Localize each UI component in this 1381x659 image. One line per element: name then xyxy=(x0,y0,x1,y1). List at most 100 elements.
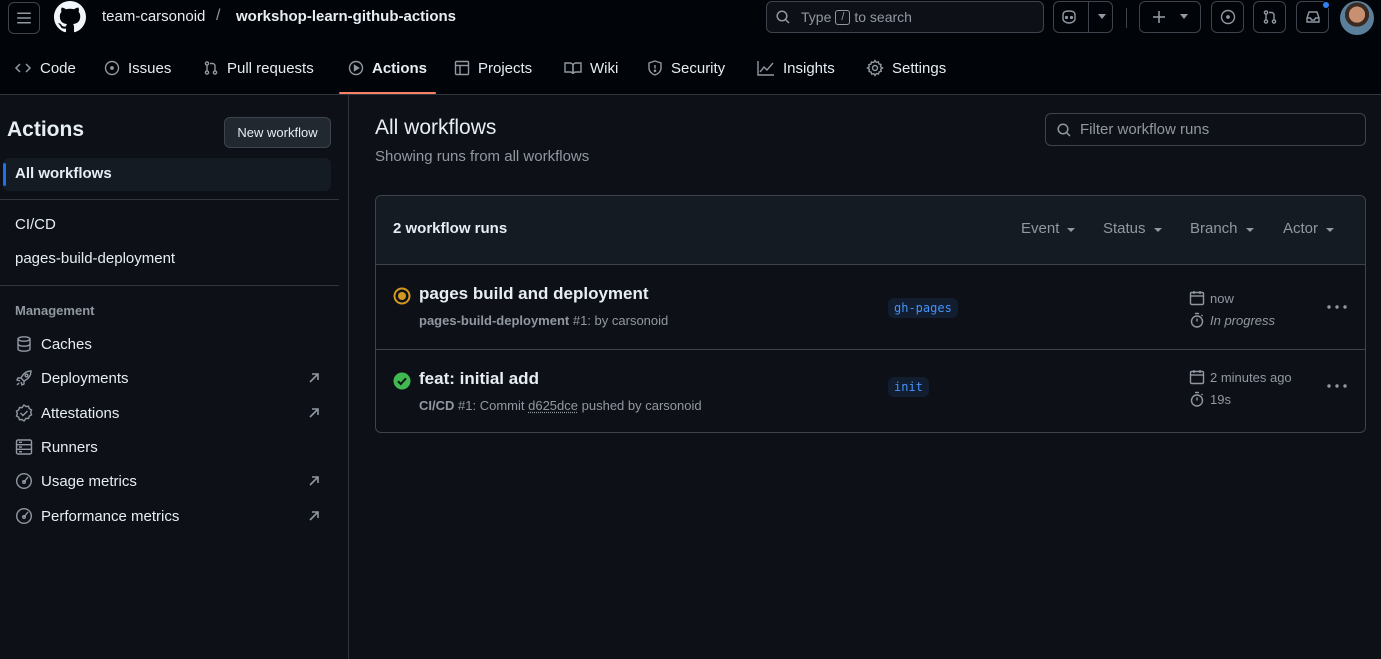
branch-filter-dropdown[interactable]: Branch xyxy=(1190,220,1254,237)
header-separator xyxy=(1126,8,1127,28)
divider xyxy=(0,199,339,200)
tab-wiki[interactable]: Wiki xyxy=(564,52,618,84)
tab-label: Insights xyxy=(783,59,835,77)
menu-button[interactable] xyxy=(8,2,40,34)
avatar[interactable] xyxy=(1340,1,1374,35)
meter-icon xyxy=(15,472,33,490)
verified-icon xyxy=(15,404,33,422)
run-meta: pages-build-deployment #1: by carsonoid xyxy=(419,313,668,328)
copilot-button[interactable] xyxy=(1053,1,1113,33)
status-filter-dropdown[interactable]: Status xyxy=(1103,220,1162,237)
commit-sha-link[interactable]: d625dce xyxy=(528,398,578,413)
copilot-icon xyxy=(1061,10,1076,24)
workflow-run-row[interactable]: feat: initial add CI/CD #1: Commit d625d… xyxy=(376,349,1365,432)
sidebar-item-runners[interactable]: Runners xyxy=(14,436,324,458)
sidebar-item-label: Performance metrics xyxy=(41,507,180,525)
tab-label: Actions xyxy=(372,59,428,77)
page-subtitle: Showing runs from all workflows xyxy=(375,148,590,165)
sidebar-item-performance-metrics[interactable]: Performance metrics xyxy=(14,505,324,527)
calendar-icon xyxy=(1189,370,1205,385)
issue-opened-icon xyxy=(1220,9,1235,25)
graph-icon xyxy=(757,61,774,76)
github-logo-icon[interactable] xyxy=(54,1,86,33)
status-success-icon xyxy=(393,372,411,390)
tab-label: Wiki xyxy=(590,59,619,77)
run-workflow-name: pages-build-deployment xyxy=(419,313,570,328)
code-icon xyxy=(14,63,32,73)
sidebar-item-label: Usage metrics xyxy=(41,472,137,490)
workflow-run-row[interactable]: pages build and deployment pages-build-d… xyxy=(376,265,1365,349)
filter-label: Status xyxy=(1103,220,1146,237)
sidebar-item-attestations[interactable]: Attestations xyxy=(14,402,324,424)
runs-list-header: 2 workflow runs Event Status Branch Acto… xyxy=(376,196,1365,265)
sidebar-title: Actions xyxy=(7,118,85,141)
filter-runs-input[interactable]: Filter workflow runs xyxy=(1045,113,1366,146)
sidebar-item-ci-cd[interactable]: CI/CD xyxy=(15,216,56,233)
pull-requests-button[interactable] xyxy=(1253,1,1286,33)
triangle-down-icon xyxy=(1153,228,1162,232)
run-meta-text: #1: Commit xyxy=(458,398,525,413)
triangle-down-icon xyxy=(1326,228,1335,232)
run-duration-text: 19s xyxy=(1210,391,1231,407)
branch-label[interactable]: gh-pages xyxy=(888,298,958,318)
active-tab-indicator xyxy=(339,92,436,94)
run-duration: 19s xyxy=(1189,391,1231,407)
tab-label: Pull requests xyxy=(227,59,314,77)
arrow-up-right-icon xyxy=(309,511,319,521)
issue-opened-icon xyxy=(104,60,120,76)
search-shortcut-key: / xyxy=(835,9,851,25)
kebab-horizontal-icon[interactable] xyxy=(1326,299,1348,315)
sidebar-item-usage-metrics[interactable]: Usage metrics xyxy=(14,470,324,492)
tab-label: Security xyxy=(671,59,726,77)
event-filter-dropdown[interactable]: Event xyxy=(1021,220,1076,237)
chevron-down-icon xyxy=(1180,14,1188,19)
run-duration: In progress xyxy=(1189,312,1275,328)
run-meta-text: #1: by carsonoid xyxy=(572,313,669,328)
global-header: team-carsonoid / workshop-learn-github-a… xyxy=(0,0,1381,95)
hamburger-icon xyxy=(17,12,31,24)
tab-pull-requests[interactable]: Pull requests xyxy=(203,52,314,84)
search-icon xyxy=(776,10,790,24)
tab-insights[interactable]: Insights xyxy=(757,52,835,84)
book-icon xyxy=(564,62,582,75)
run-title-link[interactable]: pages build and deployment xyxy=(419,284,649,304)
filter-label: Branch xyxy=(1190,220,1238,237)
sidebar-item-all-workflows[interactable]: All workflows xyxy=(15,165,112,182)
branch-label[interactable]: init xyxy=(888,377,929,397)
kebab-horizontal-icon[interactable] xyxy=(1326,378,1348,394)
inbox-icon xyxy=(1305,11,1320,23)
sidebar-item-caches[interactable]: Caches xyxy=(14,333,324,355)
stopwatch-icon xyxy=(1190,391,1204,407)
repo-name-link[interactable]: workshop-learn-github-actions xyxy=(236,8,456,25)
issues-button[interactable] xyxy=(1211,1,1244,33)
git-pull-request-icon xyxy=(204,61,218,75)
repo-owner-link[interactable]: team-carsonoid xyxy=(102,8,205,25)
create-new-button[interactable] xyxy=(1139,1,1201,33)
table-icon xyxy=(454,60,470,76)
tab-label: Code xyxy=(40,59,76,77)
actor-filter-dropdown[interactable]: Actor xyxy=(1283,220,1335,237)
tab-security[interactable]: Security xyxy=(647,52,725,84)
sidebar-item-label: Deployments xyxy=(41,369,129,387)
tab-code[interactable]: Code xyxy=(14,52,76,84)
run-title-link[interactable]: feat: initial add xyxy=(419,369,539,389)
run-time: 2 minutes ago xyxy=(1189,369,1292,385)
sidebar-item-deployments[interactable]: Deployments xyxy=(14,367,324,389)
active-indicator xyxy=(3,163,6,186)
tab-settings[interactable]: Settings xyxy=(866,52,946,84)
run-time-text: 2 minutes ago xyxy=(1210,369,1292,385)
divider xyxy=(0,285,339,286)
global-search-input[interactable]: Type / to search xyxy=(766,1,1044,33)
tab-issues[interactable]: Issues xyxy=(104,52,171,84)
tab-actions[interactable]: Actions xyxy=(348,52,427,84)
search-icon xyxy=(1057,122,1071,137)
breadcrumb-separator: / xyxy=(216,7,221,24)
sidebar-item-pages-build-deployment[interactable]: pages-build-deployment xyxy=(15,250,175,267)
rocket-icon xyxy=(16,370,32,386)
run-meta: CI/CD #1: Commit d625dce pushed by carso… xyxy=(419,398,702,413)
new-workflow-button[interactable]: New workflow xyxy=(224,117,331,148)
tab-projects[interactable]: Projects xyxy=(454,52,532,84)
tab-label: Projects xyxy=(478,59,533,77)
run-time-text: now xyxy=(1210,290,1234,306)
stopwatch-icon xyxy=(1190,312,1204,328)
